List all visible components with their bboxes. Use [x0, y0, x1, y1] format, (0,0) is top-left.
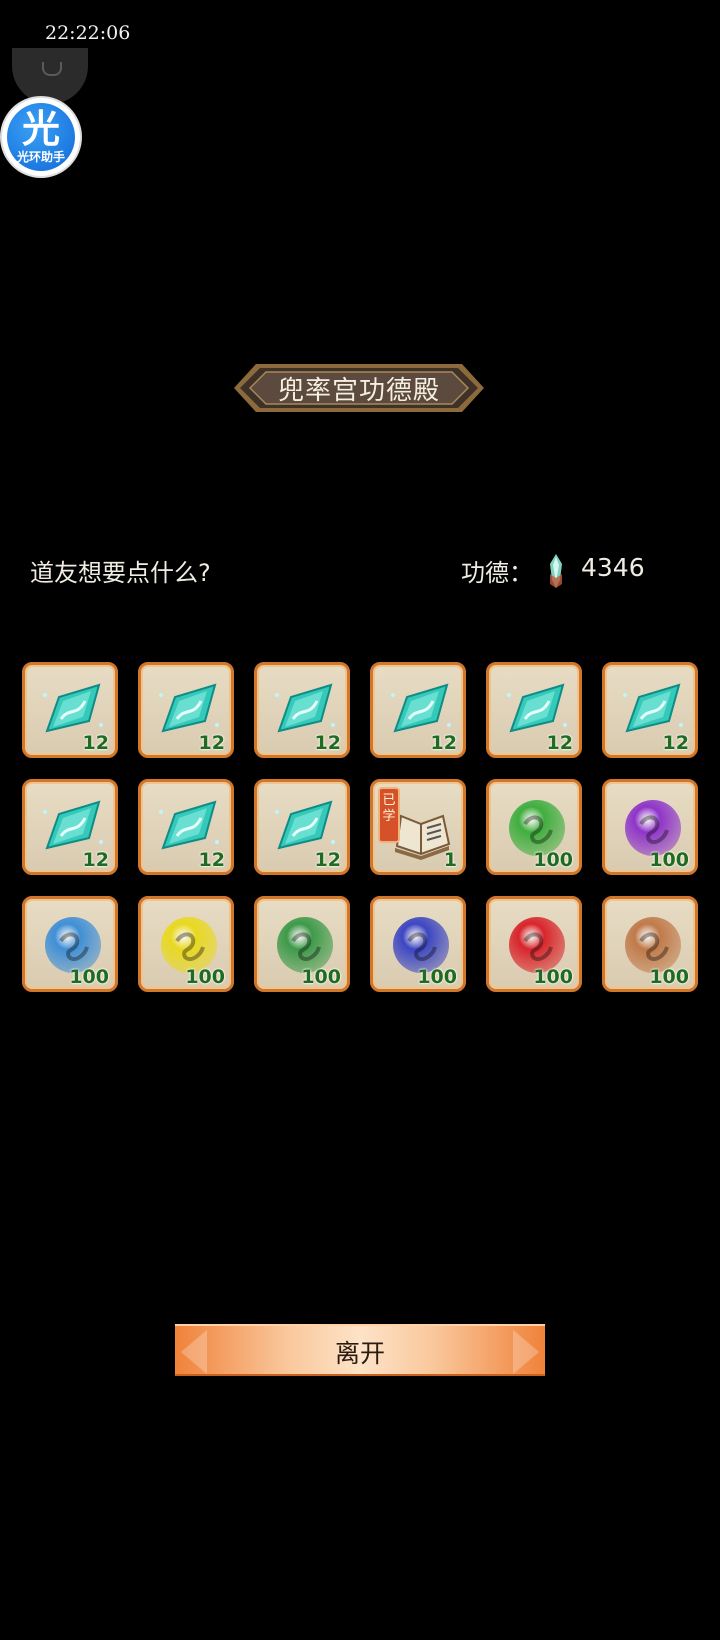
shop-item-slot[interactable]: 12 — [602, 662, 698, 758]
shop-item-slot[interactable]: 已学 1 — [370, 779, 466, 875]
shop-item-slot[interactable]: 100 — [602, 896, 698, 992]
assistant-label: 光环助手 — [16, 150, 65, 164]
item-quantity: 12 — [546, 732, 573, 754]
item-quantity: 12 — [314, 849, 341, 871]
leave-button-label: 离开 — [334, 1339, 385, 1368]
prompt-text: 道友想要点什么? — [30, 559, 211, 587]
item-quantity: 12 — [430, 732, 457, 754]
shop-item-grid: 12 12 12 12 12 12 12 12 12 已学 1 100 100 100 100 100 100 1… — [22, 662, 706, 994]
shop-item-slot[interactable]: 12 — [486, 662, 582, 758]
shop-item-slot[interactable]: 12 — [254, 662, 350, 758]
item-quantity: 12 — [198, 849, 225, 871]
assistant-floating-button[interactable]: 光 光环助手 — [2, 98, 80, 176]
shop-item-slot[interactable]: 100 — [138, 896, 234, 992]
page-title: 兜率宫功德殿 — [277, 376, 440, 406]
learned-tag: 已学 — [378, 787, 400, 843]
item-quantity: 1 — [443, 849, 457, 871]
item-quantity: 100 — [533, 849, 573, 871]
shop-item-slot[interactable]: 12 — [22, 662, 118, 758]
item-quantity: 100 — [417, 966, 457, 988]
item-quantity: 12 — [82, 849, 109, 871]
shop-item-slot[interactable]: 12 — [22, 779, 118, 875]
shop-item-slot[interactable]: 100 — [486, 896, 582, 992]
assistant-glyph: 光 — [21, 107, 60, 151]
item-quantity: 100 — [649, 966, 689, 988]
shop-item-slot[interactable]: 12 — [370, 662, 466, 758]
item-quantity: 100 — [533, 966, 573, 988]
lock-icon — [42, 62, 62, 76]
leave-button[interactable]: 离开 — [175, 1324, 545, 1376]
shop-item-slot[interactable]: 100 — [254, 896, 350, 992]
item-quantity: 100 — [69, 966, 109, 988]
shop-item-slot[interactable]: 100 — [602, 779, 698, 875]
shop-item-slot[interactable]: 12 — [138, 779, 234, 875]
item-quantity: 100 — [649, 849, 689, 871]
title-banner: 兜率宫功德殿 — [234, 358, 484, 418]
item-quantity: 12 — [82, 732, 109, 754]
shop-item-slot[interactable]: 12 — [138, 662, 234, 758]
shop-item-slot[interactable]: 100 — [22, 896, 118, 992]
item-quantity: 100 — [301, 966, 341, 988]
shop-item-slot[interactable]: 100 — [486, 779, 582, 875]
merit-crystal-icon — [550, 554, 562, 588]
item-quantity: 12 — [198, 732, 225, 754]
item-quantity: 100 — [185, 966, 225, 988]
assistant-logo-icon: 光 光环助手 — [7, 103, 75, 171]
item-quantity: 12 — [662, 732, 689, 754]
floating-ball-handle[interactable] — [12, 48, 88, 104]
merit-value: 4346 — [581, 553, 645, 582]
merit-label: 功德： — [461, 559, 533, 587]
status-time: 22:22:06 — [45, 22, 131, 44]
shop-item-slot[interactable]: 100 — [370, 896, 466, 992]
item-quantity: 12 — [314, 732, 341, 754]
shop-item-slot[interactable]: 12 — [254, 779, 350, 875]
